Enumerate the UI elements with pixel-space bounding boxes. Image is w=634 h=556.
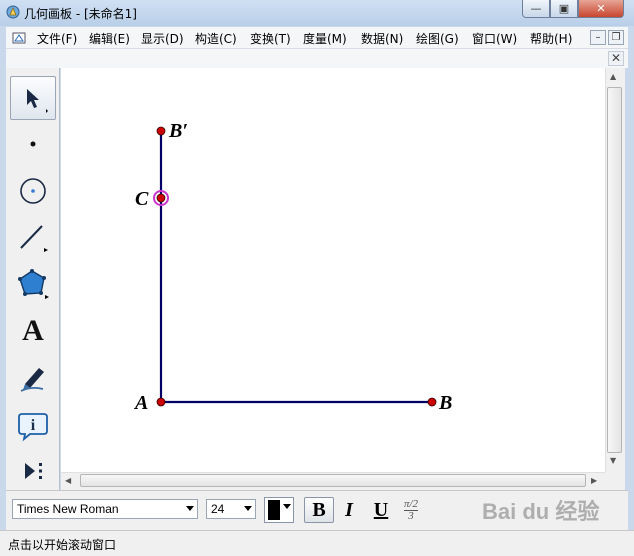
app-icon <box>6 5 20 19</box>
math-denominator: 3 <box>408 509 414 522</box>
chevron-down-icon <box>186 506 194 511</box>
italic-button[interactable]: I <box>334 497 364 523</box>
menu-construct[interactable]: 构造(C) <box>195 30 237 47</box>
document-close-button[interactable]: ✕ <box>608 51 624 66</box>
close-icon: ✕ <box>610 51 622 65</box>
sketch-canvas[interactable]: B′ C A B <box>61 68 605 472</box>
menu-file[interactable]: 文件(F) <box>37 30 77 47</box>
svg-text:i: i <box>31 417 36 434</box>
baidu-watermark: Bai du 经验 <box>482 494 622 530</box>
point-b-prime[interactable] <box>156 126 166 136</box>
horizontal-scroll-thumb[interactable] <box>80 474 586 487</box>
minimize-icon: — <box>530 2 542 15</box>
close-button[interactable]: ✕ <box>578 0 624 18</box>
point-tool-icon <box>30 141 36 147</box>
text-tool-button[interactable]: A <box>10 309 56 353</box>
minimize-icon: – <box>595 32 601 43</box>
document-close-row: ✕ <box>6 49 628 68</box>
scroll-right-icon[interactable]: ▶ <box>591 476 597 485</box>
menu-data[interactable]: 数据(N) <box>361 30 403 47</box>
arrow-tool-icon <box>27 89 48 113</box>
title-bar: 几何画板 - [未命名1] — ▣ ✕ <box>0 0 634 26</box>
menu-edit[interactable]: 编辑(E) <box>89 30 130 47</box>
label-a[interactable]: A <box>133 392 148 414</box>
marker-tool-button[interactable] <box>10 356 56 400</box>
menu-measure[interactable]: 度量(M) <box>303 30 347 47</box>
maximize-button[interactable]: ▣ <box>550 0 578 18</box>
custom-tool-icon <box>25 463 42 479</box>
text-tool-icon: A <box>22 314 44 347</box>
status-text: 点击以开始滚动窗口 <box>8 538 117 552</box>
italic-icon: I <box>345 498 353 521</box>
polygon-tool-button[interactable] <box>10 262 56 306</box>
chevron-down-icon <box>283 504 291 509</box>
scroll-down-icon[interactable]: ▼ <box>610 456 616 465</box>
math-symbol-icon: π/2 <box>403 497 419 511</box>
menu-graph[interactable]: 绘图(G) <box>416 30 459 47</box>
font-name-select[interactable]: Times New Roman <box>12 499 198 519</box>
point-a[interactable] <box>156 397 166 407</box>
mdi-restore-button[interactable]: ❐ <box>608 30 624 45</box>
font-size-value: 24 <box>211 502 225 516</box>
menu-bar: 文件(F) 编辑(E) 显示(D) 构造(C) 变换(T) 度量(M) 数据(N… <box>6 27 628 49</box>
font-name-value: Times New Roman <box>17 502 119 516</box>
document-icon[interactable] <box>12 31 26 45</box>
custom-tool-button[interactable] <box>10 449 56 493</box>
line-tool-button[interactable] <box>10 215 56 259</box>
font-size-select[interactable]: 24 <box>206 499 256 519</box>
compass-tool-button[interactable] <box>10 169 56 213</box>
construction-drawing: B′ C A B <box>133 120 452 414</box>
label-c[interactable]: C <box>135 188 149 210</box>
scroll-up-icon[interactable]: ▲ <box>610 72 616 81</box>
point-b[interactable] <box>427 397 437 407</box>
mdi-minimize-button[interactable]: – <box>590 30 606 45</box>
line-tool-icon <box>20 225 48 252</box>
marker-tool-icon <box>20 368 44 392</box>
window-title: 几何画板 - [未命名1] <box>24 7 137 21</box>
point-tool-button[interactable] <box>10 122 56 166</box>
toolbox: A i <box>6 68 60 490</box>
text-color-button[interactable] <box>264 497 294 523</box>
arrow-tool-button[interactable] <box>10 76 56 120</box>
menu-help[interactable]: 帮助(H) <box>530 30 572 47</box>
restore-icon: ❐ <box>611 32 621 43</box>
math-format-button[interactable]: π/2 3 <box>396 497 426 523</box>
menu-transform[interactable]: 变换(T) <box>250 30 291 47</box>
label-b[interactable]: B <box>438 392 452 414</box>
close-icon: ✕ <box>596 2 606 15</box>
status-bar: 点击以开始滚动窗口 <box>0 530 634 556</box>
underline-icon: U <box>373 498 389 521</box>
bold-button[interactable]: B <box>304 497 334 523</box>
watermark-text: Bai du 经验 <box>482 499 600 524</box>
label-b-prime[interactable]: B′ <box>168 120 188 142</box>
information-tool-icon: i <box>18 413 48 442</box>
scroll-left-icon[interactable]: ◀ <box>65 476 71 485</box>
color-swatch <box>268 500 280 520</box>
polygon-tool-icon <box>18 269 49 299</box>
compass-tool-icon <box>20 178 46 204</box>
minimize-button[interactable]: — <box>522 0 550 18</box>
point-c[interactable] <box>156 193 166 203</box>
scrollbar-corner <box>605 472 625 490</box>
vertical-scroll-thumb[interactable] <box>607 87 622 453</box>
maximize-icon: ▣ <box>558 2 570 15</box>
chevron-down-icon <box>244 506 252 511</box>
underline-button[interactable]: U <box>366 497 396 523</box>
information-tool-button[interactable]: i <box>10 403 56 447</box>
bold-icon: B <box>312 498 326 521</box>
menu-window[interactable]: 窗口(W) <box>472 30 517 47</box>
menu-display[interactable]: 显示(D) <box>141 30 184 47</box>
